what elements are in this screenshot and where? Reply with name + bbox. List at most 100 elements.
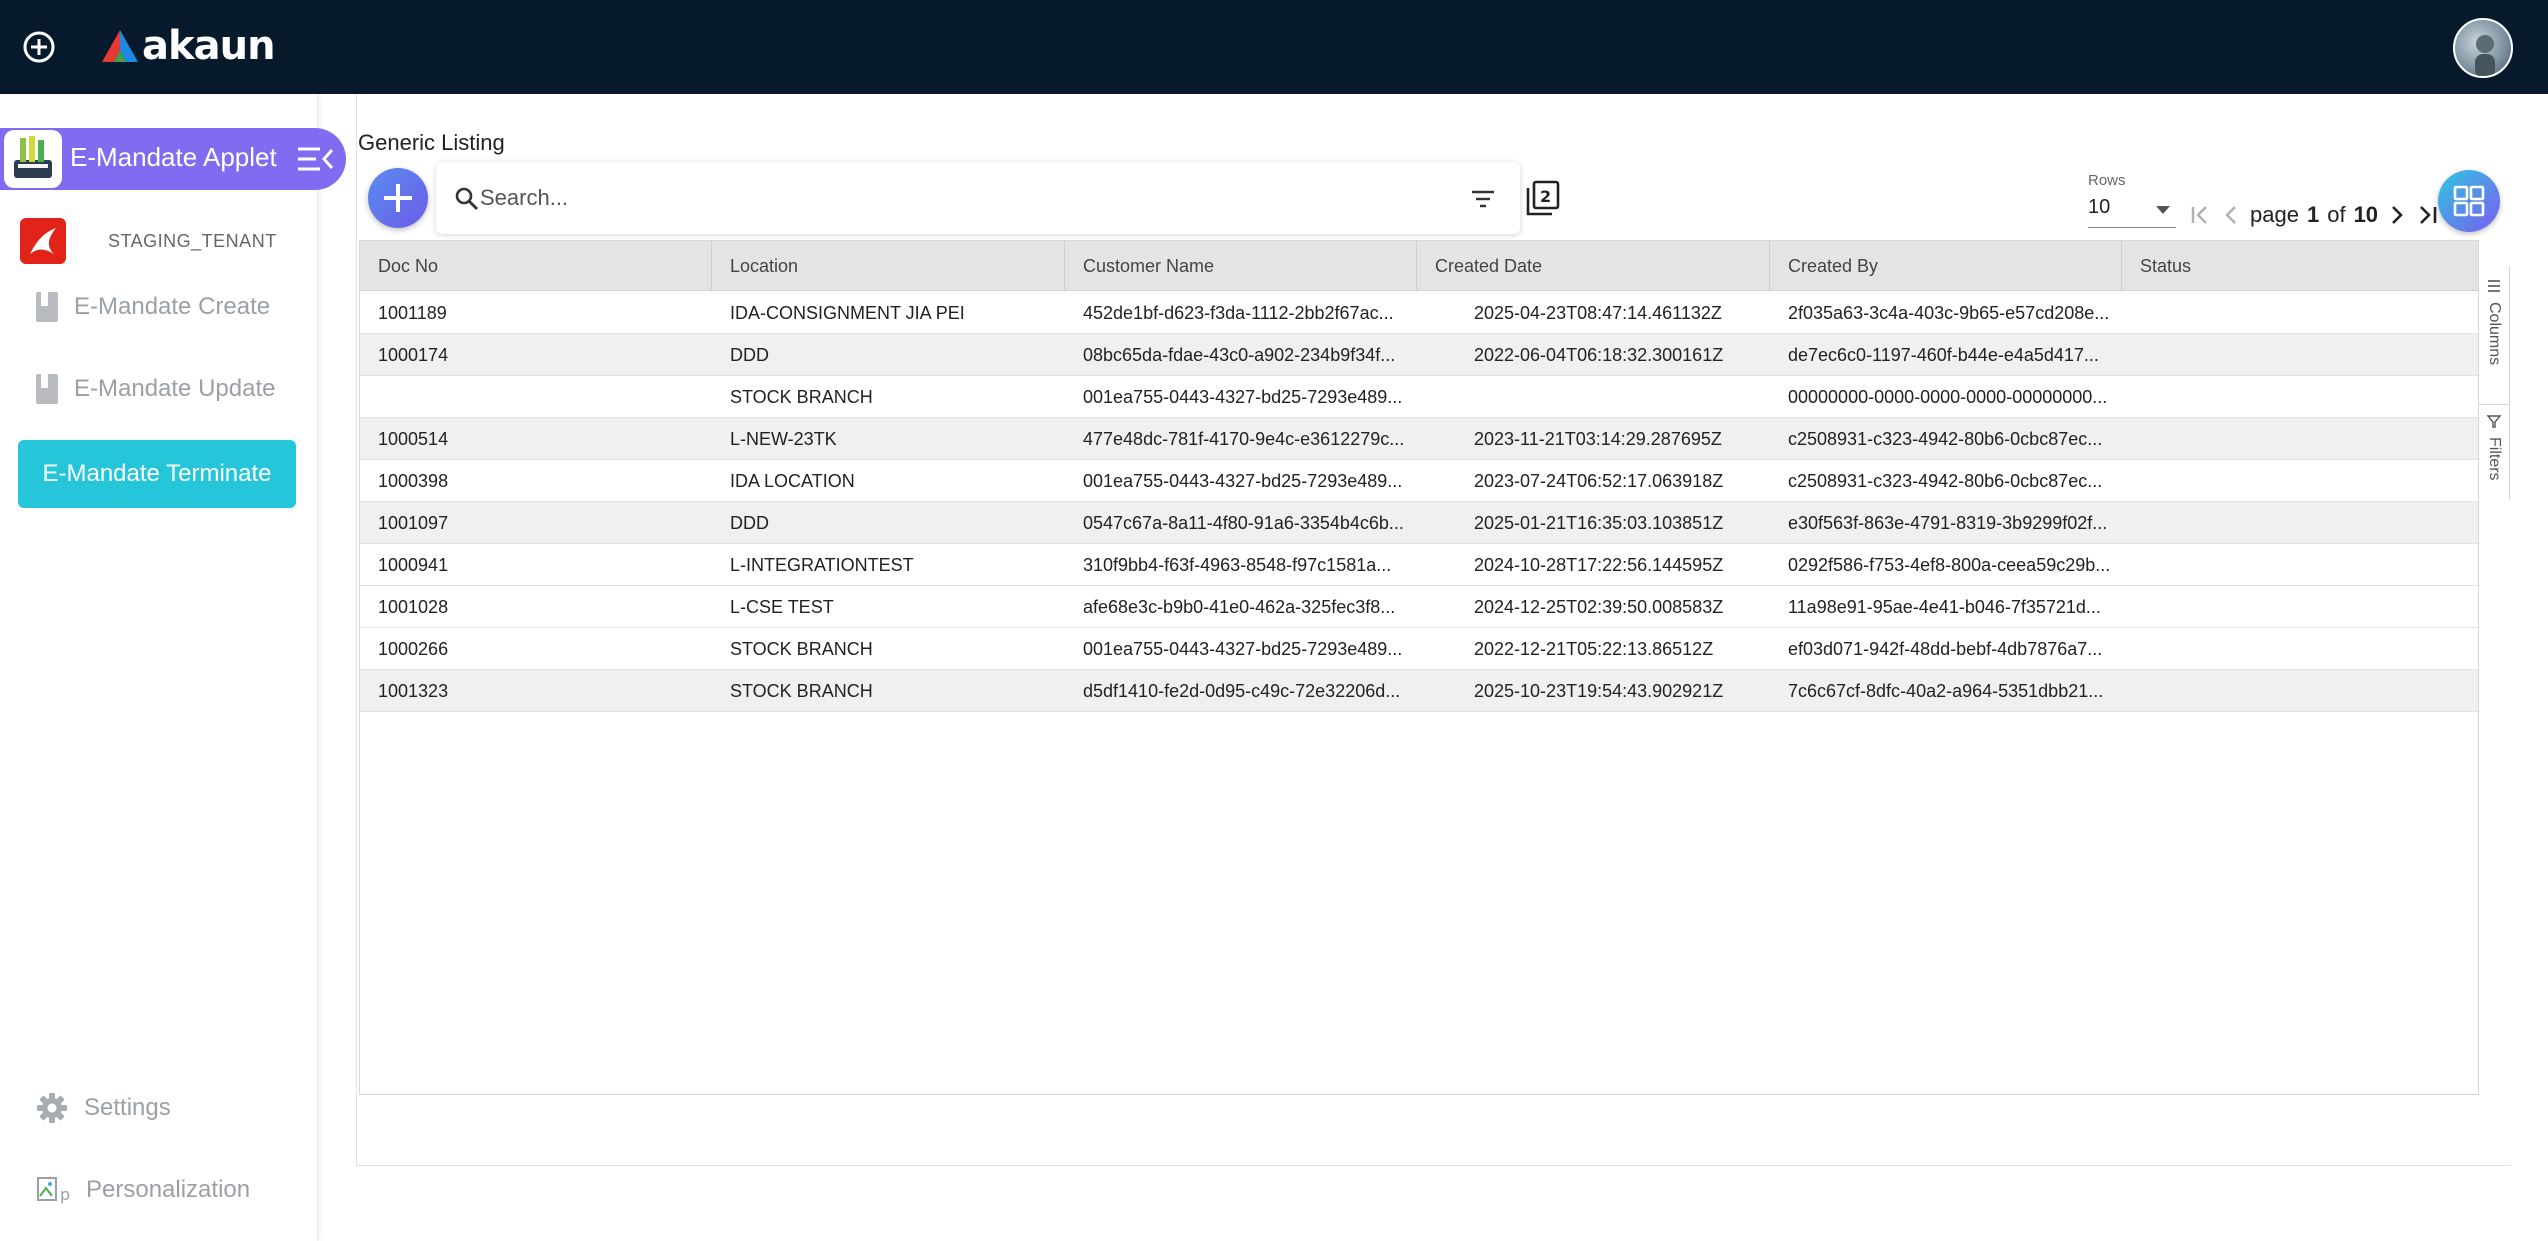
column-header-created-by[interactable]: Created By [1770, 241, 2122, 291]
table-body: 1001189 IDA-CONSIGNMENT JIA PEI 452de1bf… [360, 292, 2478, 712]
cell-customer: 0547c67a-8a11-4f80-91a6-3354b4c6b... [1083, 513, 1404, 533]
sidebar-item-label: E-Mandate Terminate [42, 460, 272, 487]
cell-created-by: 2f035a63-3c4a-403c-9b65-e57cd208e... [1788, 303, 2110, 323]
sidebar-item-personalization[interactable]: p Personalization [36, 1174, 250, 1206]
table-row[interactable]: STOCK BRANCH 001ea755-0443-4327-bd25-729… [360, 376, 2478, 418]
cell-location: DDD [730, 345, 769, 365]
page-title: Generic Listing [358, 130, 505, 155]
cell-doc-no: 1001028 [378, 597, 449, 617]
cell-created-by: 7c6c67cf-8dfc-40a2-a964-5351dbb21... [1788, 681, 2104, 701]
grid-view-button[interactable] [2438, 170, 2500, 232]
copy-stack-icon[interactable]: 2 [1524, 180, 1560, 216]
column-header-doc-no[interactable]: Doc No [360, 241, 712, 291]
cell-created-by: de7ec6c0-1197-460f-b44e-e4a5d417... [1788, 345, 2099, 365]
cell-customer: 477e48dc-781f-4170-9e4c-e3612279c... [1083, 429, 1405, 449]
sidebar-item-settings[interactable]: Settings [36, 1092, 171, 1124]
rows-label: Rows [2088, 172, 2126, 189]
cell-created-by: ef03d071-942f-48dd-bebf-4db7876a7... [1788, 639, 2103, 659]
cell-doc-no: 1000266 [378, 639, 449, 659]
cell-doc-no: 1001097 [378, 513, 449, 533]
gear-icon [37, 1093, 67, 1123]
cell-created-date: 2025-01-21T16:35:03.103851Z [1474, 513, 1724, 533]
filters-tab[interactable]: Filters [2479, 404, 2509, 500]
tenant-selector[interactable]: STAGING_TENANT [20, 218, 277, 264]
cell-created-date: 2022-06-04T06:18:32.300161Z [1474, 345, 1724, 365]
funnel-icon [2486, 415, 2502, 428]
cell-created-by: e30f563f-863e-4791-8319-3b9299f02f... [1788, 513, 2108, 533]
cell-created-by: 00000000-0000-0000-0000-00000000... [1788, 387, 2108, 407]
plus-circle-icon[interactable] [22, 30, 56, 64]
columns-tab[interactable]: Columns [2479, 278, 2509, 388]
cell-created-date: 2025-04-23T08:47:14.461132Z [1474, 303, 1722, 323]
cell-customer: 001ea755-0443-4327-bd25-7293e489... [1083, 639, 1403, 659]
cell-status [2122, 460, 2478, 502]
search-input[interactable] [480, 180, 1380, 216]
table-row[interactable]: 1000174 DDD 08bc65da-fdae-43c0-a902-234b… [360, 334, 2478, 376]
cell-location: L-NEW-23TK [730, 429, 837, 449]
sidebar-item-terminate[interactable]: E-Mandate Terminate [18, 440, 296, 508]
cell-customer: 08bc65da-fdae-43c0-a902-234b9f34f... [1083, 345, 1396, 365]
table-row[interactable]: 1001097 DDD 0547c67a-8a11-4f80-91a6-3354… [360, 502, 2478, 544]
filter-lines-icon[interactable] [1470, 188, 1496, 210]
pagination: page 1 of 10 [2186, 200, 2442, 230]
svg-text:p: p [60, 1185, 70, 1204]
cell-customer: 001ea755-0443-4327-bd25-7293e489... [1083, 471, 1403, 491]
cell-status [2122, 376, 2478, 418]
top-bar: akaun [0, 0, 2548, 94]
cell-created-by: 0292f586-f753-4ef8-800a-ceea59c29b... [1788, 555, 2111, 575]
applet-icon [4, 130, 62, 188]
table-row[interactable]: 1000398 IDA LOCATION 001ea755-0443-4327-… [360, 460, 2478, 502]
cell-customer: afe68e3c-b9b0-41e0-462a-325fec3f8... [1083, 597, 1396, 617]
cell-location: L-CSE TEST [730, 597, 834, 617]
tenant-logo-icon [20, 218, 66, 264]
table-row[interactable]: 1000514 L-NEW-23TK 477e48dc-781f-4170-9e… [360, 418, 2478, 460]
brand-name: akaun [142, 23, 276, 69]
table-row[interactable]: 1001323 STOCK BRANCH d5df1410-fe2d-0d95-… [360, 670, 2478, 712]
cell-customer: 452de1bf-d623-f3da-1112-2bb2f67ac... [1083, 303, 1394, 323]
caret-down-icon [2156, 206, 2170, 214]
cell-created-date: 2025-10-23T19:54:43.902921Z [1474, 681, 1724, 701]
broken-image-icon: p [37, 1177, 70, 1204]
sidebar-item-update[interactable]: E-Mandate Update [36, 374, 275, 404]
column-header-location[interactable]: Location [712, 241, 1065, 291]
page-word: page [2250, 202, 2299, 227]
column-header-status[interactable]: Status [2122, 241, 2478, 291]
cell-location: STOCK BRANCH [730, 387, 873, 407]
first-page-icon[interactable] [2186, 200, 2216, 230]
previous-page-icon[interactable] [2216, 200, 2246, 230]
cell-created-date: 2023-07-24T06:52:17.063918Z [1474, 471, 1724, 491]
menu-collapse-icon[interactable] [296, 144, 334, 174]
column-header-customer-name[interactable]: Customer Name [1065, 241, 1417, 291]
cell-customer: 310f9bb4-f63f-4963-8548-f97c1581a... [1083, 555, 1392, 575]
cell-created-date: 2024-12-25T02:39:50.008583Z [1474, 597, 1724, 617]
cell-customer: 001ea755-0443-4327-bd25-7293e489... [1083, 387, 1403, 407]
filters-tab-label: Filters [2486, 437, 2503, 481]
cell-doc-no: 1000174 [378, 345, 449, 365]
sidebar-item-create[interactable]: E-Mandate Create [36, 292, 270, 322]
svg-text:2: 2 [1540, 187, 1551, 206]
cell-doc-no: 1000398 [378, 471, 449, 491]
column-header-created-date[interactable]: Created Date [1417, 241, 1770, 291]
table-row[interactable]: 1000941 L-INTEGRATIONTEST 310f9bb4-f63f-… [360, 544, 2478, 586]
brand-logo[interactable]: akaun [100, 22, 276, 70]
user-avatar[interactable] [2453, 18, 2513, 78]
cell-location: IDA-CONSIGNMENT JIA PEI [730, 303, 965, 323]
plus-icon [384, 184, 412, 212]
cell-created-date: 2024-10-28T17:22:56.144595Z [1474, 555, 1724, 575]
avatar-image-icon [2475, 35, 2495, 76]
table-row[interactable]: 1001028 L-CSE TEST afe68e3c-b9b0-41e0-46… [360, 586, 2478, 628]
cell-created-date [1417, 376, 1770, 418]
tenant-name: STAGING_TENANT [108, 230, 277, 251]
applet-header[interactable]: E-Mandate Applet [0, 128, 346, 190]
cell-created-by: c2508931-c323-4942-80b6-0cbc87ec... [1788, 429, 2103, 449]
table-row[interactable]: 1001189 IDA-CONSIGNMENT JIA PEI 452de1bf… [360, 292, 2478, 334]
sidebar: E-Mandate Applet STAGING_TENANT E-Mandat… [0, 94, 346, 1241]
add-button[interactable] [368, 168, 428, 228]
rows-per-page-select[interactable]: 10 [2088, 192, 2176, 228]
table-row[interactable]: 1000266 STOCK BRANCH 001ea755-0443-4327-… [360, 628, 2478, 670]
cell-status [2122, 628, 2478, 670]
next-page-icon[interactable] [2382, 200, 2412, 230]
cell-doc-no: 1000514 [378, 429, 449, 449]
rows-per-page-value: 10 [2088, 196, 2111, 218]
cell-location: STOCK BRANCH [730, 681, 873, 701]
